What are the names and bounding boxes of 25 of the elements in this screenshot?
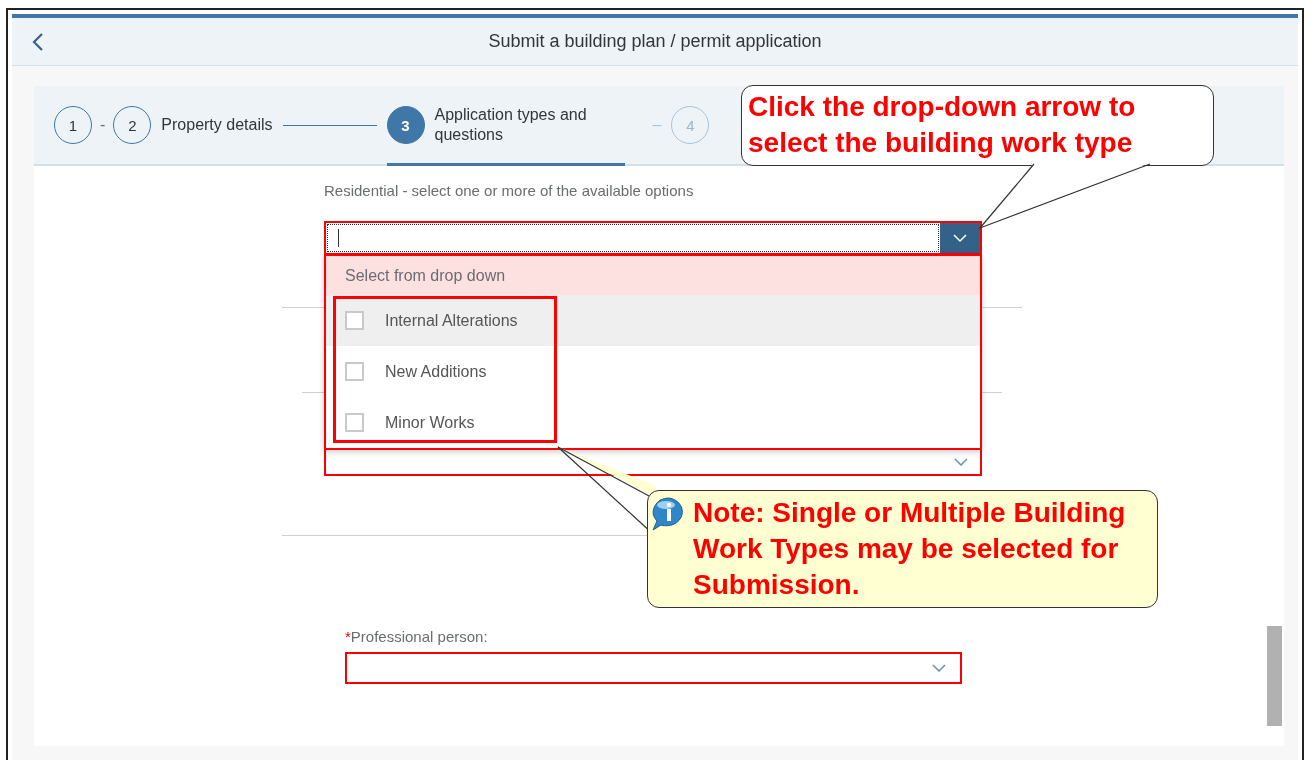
option-label: New Additions	[385, 362, 487, 381]
checkbox[interactable]	[345, 413, 364, 432]
step-label[interactable]: Application types and questions	[434, 105, 625, 145]
list-option[interactable]: Internal Alterations	[326, 295, 980, 346]
field-label: *Professional person:	[345, 628, 489, 645]
page-title: Submit a building plan / permit application	[488, 31, 822, 52]
chevron-down-icon	[953, 234, 967, 242]
step-label[interactable]: Property details	[161, 115, 273, 135]
checkbox[interactable]	[345, 311, 364, 330]
checkbox[interactable]	[345, 362, 364, 381]
dropdown-arrow-button[interactable]	[940, 223, 980, 253]
field-label: Residential - select one or more of the available options	[324, 182, 695, 199]
step-number[interactable]: 3	[386, 106, 425, 144]
option-label: Internal Alterations	[385, 311, 518, 330]
list-header: Select from drop down	[326, 256, 980, 295]
step-separator: –	[652, 116, 662, 134]
option-label: Minor Works	[385, 413, 475, 432]
callout-text: Click the drop-down arrow to select the building work type	[748, 90, 1137, 160]
chevron-down-icon	[954, 457, 968, 466]
list-option[interactable]: New Additions	[326, 346, 980, 397]
step-separator: -	[100, 116, 106, 134]
note-text: Note: Single or Multiple Building Work Types may be selected for Submission.	[693, 496, 1127, 602]
chevron-down-icon	[932, 664, 946, 672]
professional-person-dropdown[interactable]	[345, 652, 962, 684]
scrollbar-thumb[interactable]	[1267, 626, 1282, 726]
